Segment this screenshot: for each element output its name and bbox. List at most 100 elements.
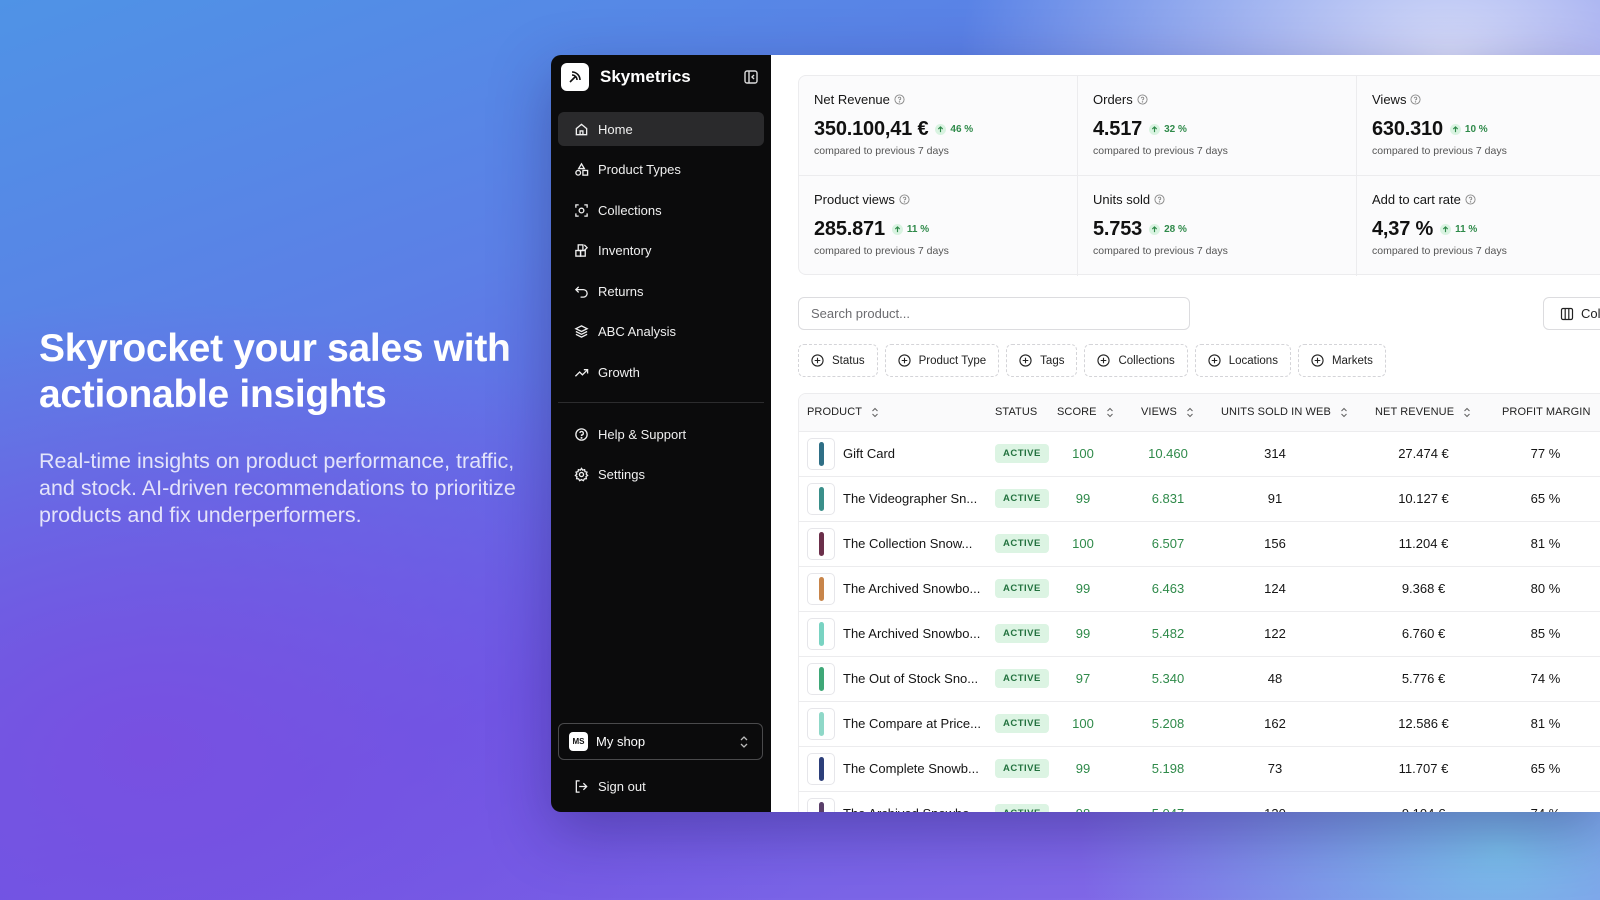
sidebar-item-returns[interactable]: Returns	[558, 274, 764, 308]
filter-collections[interactable]: Collections	[1084, 344, 1188, 377]
kpi-compare: compared to previous 7 days	[1093, 145, 1228, 157]
product-thumbnail	[807, 482, 835, 515]
sidebar-item-product-types[interactable]: Product Types	[558, 153, 764, 187]
kpi-label: Views	[1372, 92, 1600, 107]
table-row[interactable]: The Videographer Sn... ACTIVE 99 6.831 91 10.…	[799, 476, 1600, 521]
product-name[interactable]: The Compare at Price...	[843, 716, 981, 731]
plus-circle-icon	[897, 354, 911, 367]
sidebar-item-help[interactable]: Help & Support	[558, 417, 764, 451]
info-icon[interactable]	[894, 94, 905, 105]
product-name[interactable]: The Archived Snowbo...	[843, 806, 980, 812]
filter-tags[interactable]: Tags	[1006, 344, 1078, 377]
sidebar-divider	[558, 402, 764, 403]
kpi-label: Product views	[814, 192, 1062, 207]
sidebar-item-label: Product Types	[598, 162, 681, 177]
margin-cell: 77 %	[1530, 446, 1561, 461]
margin-cell: 80 %	[1530, 581, 1561, 596]
product-cell: Gift Card	[799, 431, 989, 476]
sign-out-button[interactable]: Sign out	[558, 769, 764, 803]
units-cell: 162	[1264, 716, 1286, 731]
status-badge: ACTIVE	[995, 534, 1049, 553]
help-circle-icon	[575, 427, 588, 441]
sidebar-item-label: Collections	[598, 202, 662, 218]
product-cell: The Out of Stock Sno...	[799, 656, 989, 701]
kpi-compare: compared to previous 7 days	[814, 245, 949, 257]
filter-product-type[interactable]: Product Type	[884, 344, 1000, 377]
kpi-card: Product views 285.871 11 % compared to pr…	[799, 176, 1078, 276]
product-name[interactable]: The Archived Snowbo...	[843, 581, 980, 596]
info-icon[interactable]	[1410, 94, 1421, 105]
product-name[interactable]: The Collection Snow...	[843, 536, 972, 551]
info-icon[interactable]	[1465, 194, 1476, 205]
filter-status[interactable]: Status	[798, 344, 878, 377]
filter-locations[interactable]: Locations	[1194, 344, 1291, 377]
table-body: Gift Card ACTIVE 100 10.460 314 27.474 € 77 % T…	[799, 431, 1600, 812]
search-input[interactable]	[798, 297, 1190, 330]
status-badge: ACTIVE	[995, 669, 1049, 688]
column-header-net-revenue[interactable]: NET REVENUE	[1367, 394, 1488, 432]
kpi-value: 4.517	[1093, 118, 1143, 140]
kpi-delta: 28 %	[1149, 224, 1187, 235]
kpi-compare: compared to previous 7 days	[1372, 145, 1507, 157]
plus-circle-icon	[1097, 354, 1111, 367]
table-row[interactable]: The Archived Snowbo... ACTIVE985.0471309.…	[799, 791, 1600, 812]
plus-circle-icon	[1311, 354, 1324, 367]
column-header-units-sold[interactable]: UNITS SOLD IN WEB	[1215, 394, 1367, 432]
kpi-grid: Net Revenue 350.100,41 € 46 % compared to…	[798, 75, 1600, 276]
product-name[interactable]: The Complete Snowb...	[843, 761, 979, 776]
table-row[interactable]: The Collection Snow... ACTIVE 100 6.507 156 1…	[799, 521, 1600, 566]
kpi-label: Net Revenue	[814, 92, 1062, 107]
sidebar-collapse-icon[interactable]	[743, 69, 759, 85]
sort-icon	[1464, 407, 1471, 418]
views-cell: 5.047	[1135, 791, 1215, 812]
snowboard-image	[818, 756, 824, 781]
status-badge: ACTIVE	[995, 489, 1049, 508]
product-cell: The Videographer Sn...	[799, 476, 989, 521]
chevrons-up-down-icon	[740, 736, 748, 748]
table-row[interactable]: Gift Card ACTIVE 100 10.460 314 27.474 € 77 %	[799, 431, 1600, 476]
sort-icon	[1341, 407, 1347, 418]
margin-cell: 81 %	[1530, 536, 1561, 551]
product-thumbnail	[807, 572, 835, 605]
product-name[interactable]: The Out of Stock Sno...	[843, 671, 978, 686]
sidebar-item-growth[interactable]: Growth	[558, 355, 764, 389]
revenue-cell: 11.707 €	[1398, 761, 1449, 776]
column-header-views[interactable]: VIEWS	[1135, 394, 1215, 432]
brand[interactable]: Skymetrics	[561, 63, 691, 91]
table-row[interactable]: The Compare at Price... ACTIVE 100 5.208 162…	[799, 701, 1600, 746]
table-row[interactable]: The Archived Snowbo... ACTIVE 99 6.463 124 9.…	[799, 566, 1600, 611]
column-header-product[interactable]: PRODUCT	[799, 394, 989, 432]
product-name[interactable]: The Videographer Sn...	[843, 491, 977, 506]
table-row[interactable]: The Out of Stock Sno... ACTIVE 97 5.340 48 5.…	[799, 656, 1600, 701]
column-header-profit-margin[interactable]: PROFIT MARGIN	[1488, 394, 1600, 432]
info-icon[interactable]	[899, 194, 910, 205]
column-header-score[interactable]: SCORE	[1051, 394, 1135, 432]
kpi-delta: 32 %	[1149, 124, 1187, 135]
product-name[interactable]: The Archived Snowbo...	[843, 626, 980, 641]
sidebar-item-home[interactable]: Home	[558, 112, 764, 146]
kpi-compare: compared to previous 7 days	[814, 145, 949, 157]
kpi-value: 5.753	[1093, 218, 1143, 240]
info-icon[interactable]	[1137, 94, 1148, 105]
column-header-status[interactable]: STATUS	[989, 394, 1051, 432]
arrow-up-icon	[1440, 224, 1452, 235]
shop-name: My shop	[596, 734, 646, 749]
sidebar-item-abc-analysis[interactable]: ABC Analysis	[558, 315, 764, 349]
sidebar-item-inventory[interactable]: Inventory	[558, 234, 764, 268]
columns-button[interactable]: Col	[1543, 297, 1600, 330]
arrow-up-icon	[1449, 124, 1461, 135]
shop-selector[interactable]: MS My shop	[558, 723, 763, 760]
margin-cell: 65 %	[1530, 761, 1561, 776]
sidebar-item-collections[interactable]: Collections	[558, 193, 764, 227]
filter-markets[interactable]: Markets	[1297, 344, 1386, 377]
views-cell: 5.482	[1151, 626, 1185, 641]
sidebar-item-settings[interactable]: Settings	[558, 458, 764, 492]
table-row[interactable]: The Complete Snowb... ACTIVE 99 5.198 73 11.7…	[799, 746, 1600, 791]
status-badge: ACTIVE	[995, 804, 1049, 812]
revenue-cell: 27.474 €	[1398, 446, 1449, 461]
kpi-value: 4,37 %	[1372, 218, 1434, 240]
table-row[interactable]: The Archived Snowbo... ACTIVE 99 5.482 122 6.…	[799, 611, 1600, 656]
status-badge: ACTIVE	[995, 444, 1049, 463]
info-icon[interactable]	[1154, 194, 1165, 205]
product-name[interactable]: Gift Card	[843, 446, 895, 461]
